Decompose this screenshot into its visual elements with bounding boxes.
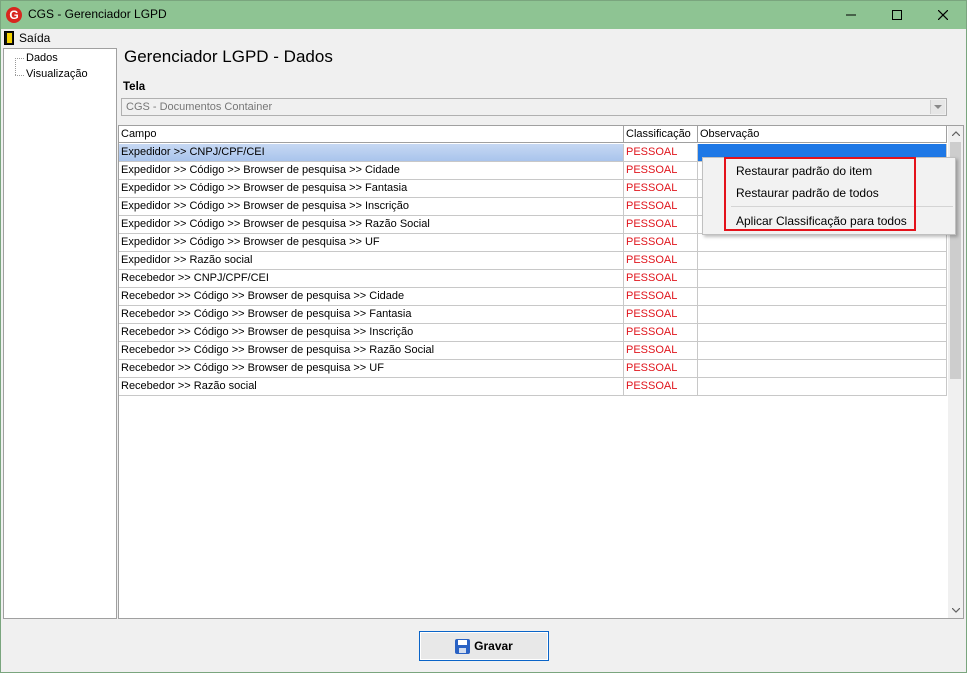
cell-classificacao[interactable]: PESSOAL bbox=[624, 288, 698, 305]
table-row[interactable]: Recebedor >> CNPJ/CPF/CEI PESSOAL bbox=[119, 270, 947, 288]
cell-observacao[interactable] bbox=[698, 306, 947, 323]
column-header-campo[interactable]: Campo bbox=[119, 126, 624, 143]
cell-classificacao[interactable]: PESSOAL bbox=[624, 234, 698, 251]
cell-observacao[interactable] bbox=[698, 378, 947, 395]
navigation-tree: Dados Visualização bbox=[3, 48, 117, 619]
cell-observacao[interactable] bbox=[698, 270, 947, 287]
context-menu: Restaurar padrão do item Restaurar padrã… bbox=[702, 157, 956, 235]
cell-classificacao[interactable]: PESSOAL bbox=[624, 144, 698, 161]
cgs-logo-icon: G bbox=[6, 7, 22, 23]
table-row[interactable]: Recebedor >> Código >> Browser de pesqui… bbox=[119, 324, 947, 342]
table-row[interactable]: Expedidor >> Código >> Browser de pesqui… bbox=[119, 234, 947, 252]
cell-classificacao[interactable]: PESSOAL bbox=[624, 306, 698, 323]
title-bar[interactable]: G CGS - Gerenciador LGPD bbox=[1, 1, 966, 29]
tree-connector bbox=[15, 58, 24, 59]
cell-campo[interactable]: Expedidor >> Código >> Browser de pesqui… bbox=[119, 216, 624, 233]
grid-header: Campo Classificação Observação bbox=[119, 126, 947, 143]
cell-classificacao[interactable]: PESSOAL bbox=[624, 216, 698, 233]
cell-observacao[interactable] bbox=[698, 360, 947, 377]
chevron-down-icon bbox=[951, 608, 960, 613]
table-row[interactable]: Recebedor >> Código >> Browser de pesqui… bbox=[119, 360, 947, 378]
menu-item-aplicar-classificacao-todos[interactable]: Aplicar Classificação para todos bbox=[736, 214, 907, 228]
table-row[interactable]: Expedidor >> Razão social PESSOAL bbox=[119, 252, 947, 270]
cell-classificacao[interactable]: PESSOAL bbox=[624, 198, 698, 215]
cell-campo[interactable]: Expedidor >> Código >> Browser de pesqui… bbox=[119, 162, 624, 179]
cell-classificacao[interactable]: PESSOAL bbox=[624, 270, 698, 287]
cell-campo[interactable]: Recebedor >> Código >> Browser de pesqui… bbox=[119, 360, 624, 377]
menu-item-restaurar-padrao-todos[interactable]: Restaurar padrão de todos bbox=[736, 186, 879, 200]
tree-item-dados[interactable]: Dados bbox=[26, 52, 58, 64]
floppy-disk-icon bbox=[455, 638, 471, 654]
cell-classificacao[interactable]: PESSOAL bbox=[624, 324, 698, 341]
table-row[interactable]: Recebedor >> Código >> Browser de pesqui… bbox=[119, 306, 947, 324]
column-header-classificacao[interactable]: Classificação bbox=[624, 126, 698, 143]
cell-campo[interactable]: Recebedor >> CNPJ/CPF/CEI bbox=[119, 270, 624, 287]
save-button-label: Gravar bbox=[474, 639, 513, 653]
cell-campo[interactable]: Expedidor >> Código >> Browser de pesqui… bbox=[119, 180, 624, 197]
minimize-icon bbox=[846, 14, 856, 16]
tree-item-visualizacao[interactable]: Visualização bbox=[26, 68, 88, 80]
tela-select-value: CGS - Documentos Container bbox=[126, 101, 273, 113]
exit-door-icon bbox=[4, 31, 14, 45]
cell-campo[interactable]: Recebedor >> Código >> Browser de pesqui… bbox=[119, 324, 624, 341]
cell-campo[interactable]: Recebedor >> Código >> Browser de pesqui… bbox=[119, 306, 624, 323]
cell-classificacao[interactable]: PESSOAL bbox=[624, 162, 698, 179]
cell-campo[interactable]: Recebedor >> Código >> Browser de pesqui… bbox=[119, 288, 624, 305]
table-row[interactable]: Recebedor >> Código >> Browser de pesqui… bbox=[119, 342, 947, 360]
minimize-button[interactable] bbox=[828, 1, 874, 29]
tree-connector bbox=[15, 75, 24, 76]
tela-label: Tela bbox=[123, 81, 146, 93]
tree-connector bbox=[15, 58, 16, 75]
menu-item-restaurar-padrao-item[interactable]: Restaurar padrão do item bbox=[736, 164, 872, 178]
page-title: Gerenciador LGPD - Dados bbox=[124, 47, 333, 66]
cell-classificacao[interactable]: PESSOAL bbox=[624, 342, 698, 359]
app-window: G CGS - Gerenciador LGPD Saída Dados Vis… bbox=[0, 0, 967, 673]
dropdown-button[interactable] bbox=[930, 100, 945, 114]
cell-classificacao[interactable]: PESSOAL bbox=[624, 252, 698, 269]
cell-observacao[interactable] bbox=[698, 234, 947, 251]
cell-observacao[interactable] bbox=[698, 288, 947, 305]
menu-bar: Saída bbox=[2, 29, 965, 47]
close-icon bbox=[938, 10, 948, 20]
cell-classificacao[interactable]: PESSOAL bbox=[624, 360, 698, 377]
tela-select[interactable]: CGS - Documentos Container bbox=[121, 98, 947, 116]
column-header-observacao[interactable]: Observação bbox=[698, 126, 947, 143]
scroll-down-button[interactable] bbox=[948, 603, 963, 618]
table-row[interactable]: Recebedor >> Código >> Browser de pesqui… bbox=[119, 288, 947, 306]
cell-classificacao[interactable]: PESSOAL bbox=[624, 378, 698, 395]
cell-campo[interactable]: Recebedor >> Razão social bbox=[119, 378, 624, 395]
maximize-icon bbox=[892, 10, 902, 20]
cell-campo[interactable]: Expedidor >> Código >> Browser de pesqui… bbox=[119, 198, 624, 215]
chevron-down-icon bbox=[934, 104, 942, 109]
menu-item-label: Saída bbox=[19, 31, 51, 45]
cell-campo[interactable]: Expedidor >> Razão social bbox=[119, 252, 624, 269]
cell-observacao[interactable] bbox=[698, 324, 947, 341]
scroll-up-button[interactable] bbox=[948, 126, 963, 141]
menu-separator bbox=[731, 206, 953, 207]
table-row[interactable]: Recebedor >> Razão social PESSOAL bbox=[119, 378, 947, 396]
cell-campo[interactable]: Expedidor >> CNPJ/CPF/CEI bbox=[119, 144, 624, 161]
maximize-button[interactable] bbox=[874, 1, 920, 29]
save-button[interactable]: Gravar bbox=[419, 631, 549, 661]
cell-campo[interactable]: Recebedor >> Código >> Browser de pesqui… bbox=[119, 342, 624, 359]
cell-observacao[interactable] bbox=[698, 342, 947, 359]
cell-campo[interactable]: Expedidor >> Código >> Browser de pesqui… bbox=[119, 234, 624, 251]
close-button[interactable] bbox=[920, 1, 966, 29]
cell-classificacao[interactable]: PESSOAL bbox=[624, 180, 698, 197]
cell-observacao[interactable] bbox=[698, 252, 947, 269]
chevron-up-icon bbox=[951, 131, 960, 136]
window-title: CGS - Gerenciador LGPD bbox=[28, 7, 167, 21]
menu-item-saida[interactable]: Saída bbox=[4, 29, 50, 47]
